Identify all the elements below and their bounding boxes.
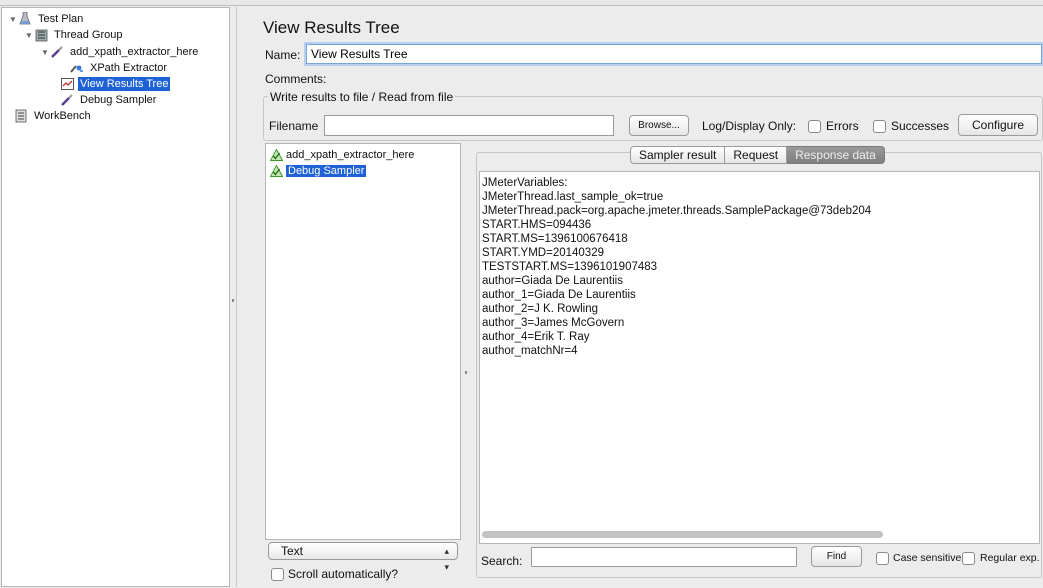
tree-item-view-results-tree[interactable]: View Results Tree (50, 76, 171, 92)
tree-item-label: WorkBench (34, 110, 91, 122)
filename-label: Filename (269, 119, 319, 133)
scroll-automatically-checkbox[interactable] (271, 568, 284, 581)
result-item-add-xpath-extractor-here[interactable]: add_xpath_extractor_here (270, 147, 414, 162)
tree-item-xpath-extractor[interactable]: XPath Extractor (60, 60, 169, 76)
response-data-text[interactable]: JMeterVariables: JMeterThread.last_sampl… (479, 171, 1040, 544)
response-line: START.MS=1396100676418 (482, 233, 628, 245)
response-line: START.HMS=094436 (482, 219, 592, 231)
response-line: JMeterThread.pack=org.apache.jmeter.thre… (482, 205, 872, 217)
expand-arrow-icon[interactable]: ▼ (40, 48, 50, 57)
tab-request[interactable]: Request (725, 146, 788, 164)
splitter-grip-icon (465, 371, 467, 374)
select-arrows-icon: ▴ ▾ (444, 546, 449, 572)
sampler-icon (60, 93, 74, 107)
tree-item-add-xpath-extractor-here[interactable]: ▼ add_xpath_extractor_here (40, 44, 200, 60)
splitter-grip-icon (232, 299, 234, 302)
sampler-icon (50, 45, 64, 59)
browse-button[interactable]: Browse... (629, 115, 689, 136)
renderer-select-value: Text (281, 544, 304, 558)
configure-button[interactable]: Configure (958, 114, 1038, 136)
tree-item-label: Debug Sampler (80, 94, 157, 106)
tree-item-label: add_xpath_extractor_here (70, 46, 199, 58)
response-line: START.YMD=20140329 (482, 247, 604, 259)
window-top-edge (0, 0, 1043, 6)
horizontal-scrollbar[interactable] (482, 531, 883, 538)
successes-checkbox[interactable] (873, 120, 886, 133)
regular-exp-label: Regular exp. (980, 552, 1040, 564)
case-sensitive-checkbox[interactable] (876, 552, 889, 565)
listener-icon (60, 77, 74, 91)
response-line: author_2=J K. Rowling (482, 303, 599, 315)
result-item-label: add_xpath_extractor_here (286, 148, 415, 161)
response-line: author_1=Giada De Laurentiis (482, 289, 636, 301)
response-line: JMeterVariables: (482, 177, 568, 189)
success-icon (270, 164, 283, 177)
tree-splitter[interactable] (230, 7, 237, 587)
response-line: author_4=Erik T. Ray (482, 331, 590, 343)
search-label: Search: (481, 554, 523, 568)
case-sensitive-label: Case sensitive (893, 552, 962, 564)
name-label: Name: (265, 48, 301, 62)
panel-title: View Results Tree (263, 18, 400, 37)
errors-checkbox[interactable] (808, 120, 821, 133)
scroll-automatically-label: Scroll automatically? (288, 567, 399, 581)
tree-item-debug-sampler[interactable]: Debug Sampler (50, 92, 158, 108)
expand-arrow-icon[interactable]: ▼ (24, 31, 34, 40)
response-line: author=Giada De Laurentiis (482, 275, 623, 287)
errors-label: Errors (826, 119, 859, 133)
result-tabs: Sampler result Request Response data (630, 146, 885, 164)
extractor-icon (70, 61, 84, 75)
response-line: author_matchNr=4 (482, 345, 578, 357)
find-button[interactable]: Find (811, 546, 862, 567)
expand-arrow-icon[interactable]: ▼ (8, 15, 18, 24)
log-display-only-label: Log/Display Only: (702, 119, 797, 133)
comments-label: Comments: (265, 72, 327, 86)
renderer-select[interactable]: Text ▴ ▾ (268, 542, 458, 572)
response-line: author_3=James McGovern (482, 317, 625, 329)
successes-label: Successes (891, 119, 950, 133)
response-line: JMeterThread.last_sample_ok=true (482, 191, 664, 203)
tree-item-workbench[interactable]: WorkBench (14, 108, 93, 124)
workbench-icon (14, 109, 28, 123)
tree-item-test-plan[interactable]: ▼ Test Plan (8, 11, 85, 27)
thread-group-icon (34, 28, 48, 42)
tree-item-label: Thread Group (54, 29, 123, 41)
regular-exp-checkbox[interactable] (962, 552, 975, 565)
view-results-tree-panel: View Results Tree Name: Comments: Write … (240, 7, 1043, 588)
name-field[interactable] (306, 44, 1042, 64)
results-list[interactable]: add_xpath_extractor_here Debug Sampler (265, 143, 461, 540)
tree-item-label: XPath Extractor (90, 62, 168, 74)
tab-sampler-result[interactable]: Sampler result (630, 146, 726, 164)
file-section-legend: Write results to file / Read from file (268, 90, 456, 104)
tree-item-label: View Results Tree (78, 77, 171, 91)
search-input[interactable] (531, 547, 797, 567)
success-icon (270, 148, 283, 161)
result-item-debug-sampler[interactable]: Debug Sampler (270, 163, 367, 178)
tree-item-label: Test Plan (38, 13, 84, 25)
response-line: TESTSTART.MS=1396101907483 (482, 261, 658, 273)
results-splitter[interactable] (462, 143, 470, 588)
filename-field[interactable] (324, 115, 614, 136)
tree-item-thread-group[interactable]: ▼ Thread Group (24, 27, 124, 43)
result-item-label: Debug Sampler (286, 164, 367, 177)
tab-response-data[interactable]: Response data (787, 146, 885, 164)
test-plan-icon (18, 12, 32, 26)
test-plan-tree[interactable]: ▼ Test Plan ▼ Thread Group ▼ add_xpath_e… (1, 7, 230, 587)
